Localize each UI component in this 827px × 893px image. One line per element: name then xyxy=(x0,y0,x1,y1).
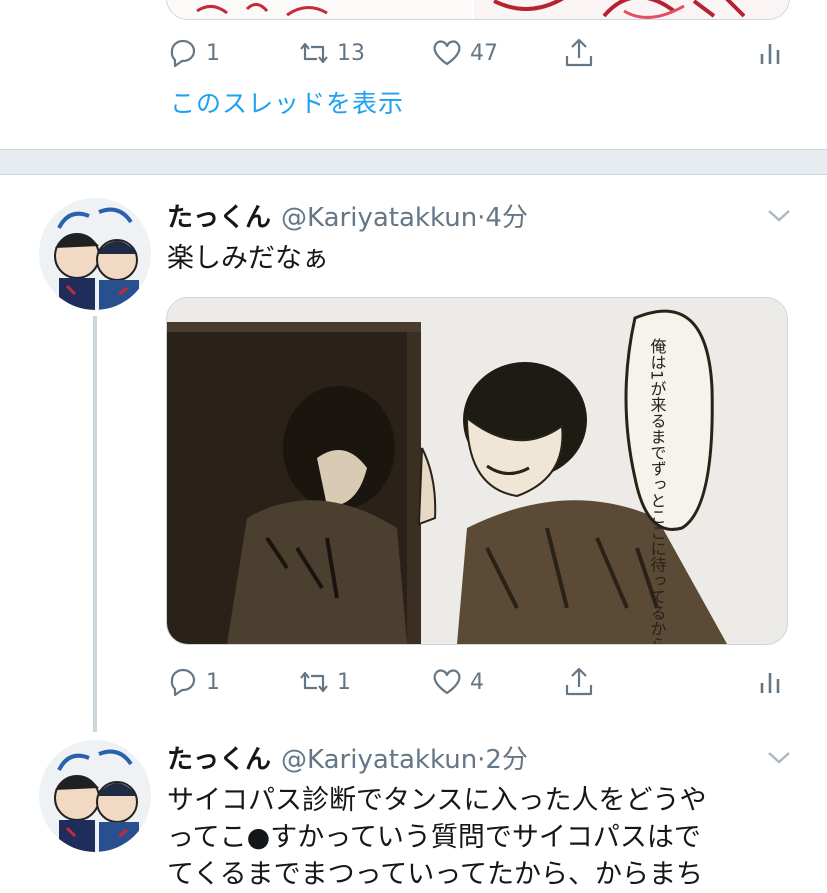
tweet-divider xyxy=(0,149,827,175)
retweet-icon xyxy=(300,671,328,693)
previous-tweet-media[interactable] xyxy=(166,0,790,20)
chevron-down-icon xyxy=(768,210,790,222)
chevron-down-icon xyxy=(768,752,790,764)
tweet-text-line: ってこ●すかっていう質問でサイコパスはで xyxy=(167,822,701,853)
thread-line xyxy=(93,316,97,732)
share-icon xyxy=(565,667,593,696)
reply-button[interactable]: 1 xyxy=(166,36,220,70)
tweet-media-image[interactable]: 俺は1が来るまでずっとここに待ってるからな… xyxy=(166,297,788,645)
like-count: 47 xyxy=(470,40,498,66)
speech-bubble-text: 俺は1が来るまでずっとここに待ってるからな… xyxy=(648,338,667,644)
like-icon xyxy=(433,669,461,695)
tweet-text: 楽しみだなぁ xyxy=(167,243,329,274)
like-button[interactable]: 47 xyxy=(430,36,498,70)
tweet-header: たっくん @Kariyatakkun·2分 xyxy=(167,739,528,776)
tweet-header: たっくん @Kariyatakkun·4分 xyxy=(167,197,528,234)
tweet-menu-button[interactable] xyxy=(766,202,792,232)
analytics-icon xyxy=(760,44,780,64)
timestamp[interactable]: ·4分 xyxy=(477,203,528,233)
reply-icon xyxy=(170,668,196,697)
tweet-text: サイコパス診断でタンスに入った人をどうや ってこ●すかっていう質問でサイコパスは… xyxy=(167,782,807,893)
handle[interactable]: @Kariyatakkun xyxy=(281,745,477,775)
retweet-count: 13 xyxy=(337,40,365,66)
reply-count: 1 xyxy=(206,669,220,695)
media-image-left xyxy=(167,0,472,19)
retweet-button[interactable]: 1 xyxy=(297,665,351,699)
show-thread-link[interactable]: このスレッドを表示 xyxy=(170,84,404,120)
handle[interactable]: @Kariyatakkun xyxy=(281,203,477,233)
share-button[interactable] xyxy=(562,36,596,70)
avatar[interactable] xyxy=(39,198,151,310)
reply-icon xyxy=(170,39,196,68)
tweet-menu-button[interactable] xyxy=(766,744,792,774)
reply-button[interactable]: 1 xyxy=(166,665,220,699)
analytics-button[interactable] xyxy=(753,36,787,70)
display-name[interactable]: たっくん xyxy=(167,203,271,233)
analytics-button[interactable] xyxy=(753,665,787,699)
display-name[interactable]: たっくん xyxy=(167,745,271,775)
retweet-count: 1 xyxy=(337,669,351,695)
analytics-icon xyxy=(760,673,780,693)
like-button[interactable]: 4 xyxy=(430,665,484,699)
like-icon xyxy=(433,40,461,66)
media-image-right xyxy=(474,0,789,19)
tweet-text-line: てくるまでまつっていってたから、からまち xyxy=(167,859,703,890)
share-icon xyxy=(565,38,593,67)
avatar[interactable] xyxy=(39,740,151,852)
share-button[interactable] xyxy=(562,665,596,699)
reply-count: 1 xyxy=(206,40,220,66)
timestamp[interactable]: ·2分 xyxy=(477,745,528,775)
retweet-icon xyxy=(300,42,328,64)
retweet-button[interactable]: 13 xyxy=(297,36,365,70)
like-count: 4 xyxy=(470,669,484,695)
tweet-text-line: サイコパス診断でタンスに入った人をどうや xyxy=(167,785,707,816)
